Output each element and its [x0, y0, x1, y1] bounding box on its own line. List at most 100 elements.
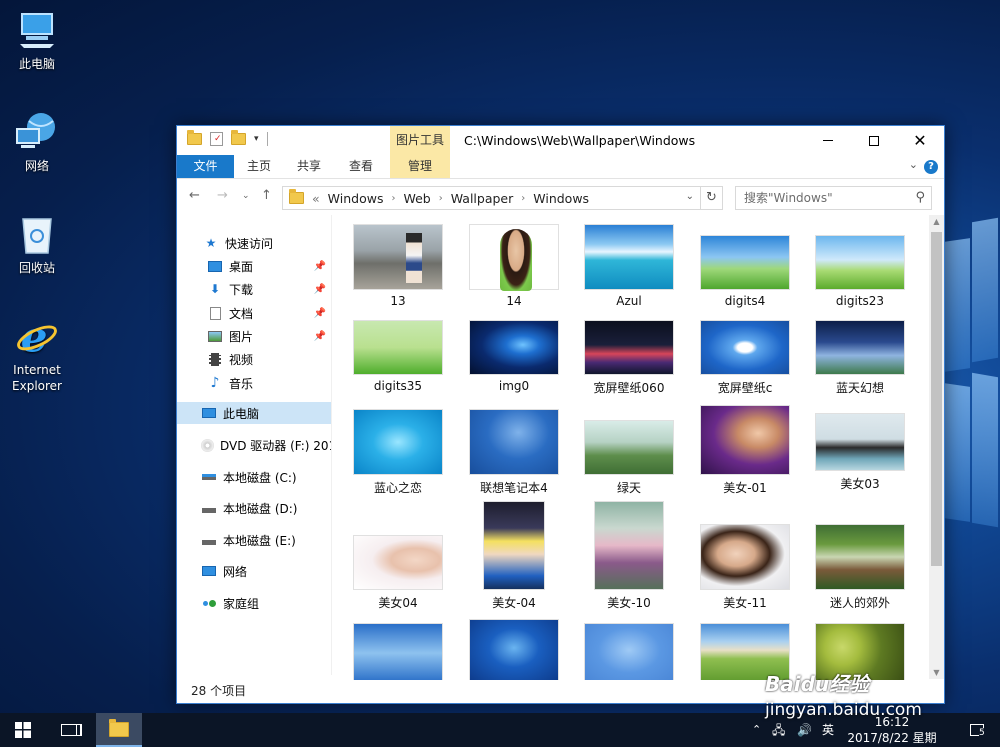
- desktop-icon-this-pc[interactable]: 此电脑: [4, 8, 70, 72]
- file-item[interactable]: 美女04: [343, 499, 453, 611]
- vertical-scrollbar[interactable]: ▲ ▼: [929, 215, 944, 679]
- file-item[interactable]: 绿天: [574, 409, 684, 496]
- nav-dvd-drive[interactable]: DVD 驱动器 (F:) 201: [177, 434, 331, 456]
- help-icon[interactable]: ?: [924, 160, 938, 174]
- refresh-icon[interactable]: ↻: [700, 187, 722, 209]
- pin-icon[interactable]: 📌: [314, 261, 326, 272]
- nav-network[interactable]: 网络: [177, 560, 331, 582]
- breadcrumb-windows[interactable]: Windows: [328, 191, 384, 206]
- file-item[interactable]: 美女-11: [690, 499, 800, 611]
- nav-documents[interactable]: 文档 📌: [177, 302, 331, 324]
- breadcrumb-overflow[interactable]: «: [312, 191, 320, 206]
- scroll-up-icon[interactable]: ▲: [929, 217, 944, 226]
- pin-icon[interactable]: 📌: [314, 308, 326, 319]
- file-name: 美女04: [378, 596, 418, 610]
- file-item[interactable]: 14: [459, 224, 569, 308]
- file-item[interactable]: 13: [343, 224, 453, 308]
- start-button[interactable]: [0, 713, 46, 747]
- customize-toolbar-icon[interactable]: ▾: [254, 134, 259, 144]
- file-item[interactable]: img0: [459, 320, 569, 393]
- taskbar-file-explorer[interactable]: [96, 713, 142, 747]
- nav-drive-c[interactable]: 本地磁盘 (C:): [177, 466, 331, 488]
- nav-this-pc[interactable]: 此电脑: [177, 402, 331, 424]
- tab-view[interactable]: 查看: [336, 155, 386, 178]
- tab-manage[interactable]: 管理: [390, 155, 450, 178]
- file-item[interactable]: digits23: [805, 224, 915, 308]
- address-dropdown-icon[interactable]: ⌄: [686, 191, 694, 202]
- task-view-icon: [61, 724, 77, 736]
- nav-videos[interactable]: 视频: [177, 348, 331, 370]
- item-count: 28 个项目: [191, 684, 247, 698]
- file-item[interactable]: 蓝天幻想: [805, 320, 915, 396]
- file-item[interactable]: 联想笔记本4: [459, 409, 569, 496]
- search-input[interactable]: 搜索"Windows" ⚲: [735, 186, 932, 210]
- expand-ribbon-icon[interactable]: ⌄: [909, 158, 918, 171]
- nav-downloads[interactable]: ⬇ 下载 📌: [177, 278, 331, 300]
- nav-music[interactable]: ♪ 音乐: [177, 372, 331, 394]
- nav-homegroup[interactable]: 家庭组: [177, 592, 331, 614]
- file-item[interactable]: [459, 619, 569, 680]
- nav-desktop[interactable]: 桌面 📌: [177, 255, 331, 277]
- file-item[interactable]: 宽屏壁纸060: [574, 320, 684, 396]
- file-item[interactable]: 美女03: [805, 409, 915, 492]
- breadcrumb-current[interactable]: Windows: [533, 191, 589, 206]
- task-view-button[interactable]: [46, 713, 92, 747]
- nav-pictures[interactable]: 图片 📌: [177, 325, 331, 347]
- breadcrumb-web[interactable]: Web: [403, 191, 430, 206]
- file-name: 美女03: [840, 477, 880, 491]
- file-item[interactable]: 美女-10: [574, 499, 684, 611]
- tab-file[interactable]: 文件: [177, 155, 234, 178]
- minimize-button[interactable]: [805, 126, 851, 155]
- thumbnail: [815, 235, 905, 290]
- up-icon[interactable]: ↑: [261, 188, 272, 203]
- folder-icon: [187, 130, 202, 145]
- back-icon[interactable]: ←: [189, 188, 200, 203]
- thumbnail: [469, 320, 559, 375]
- file-item[interactable]: digits35: [343, 320, 453, 393]
- new-folder-icon[interactable]: [231, 130, 246, 145]
- desktop-icon-recycle-bin[interactable]: 回收站: [4, 212, 70, 276]
- file-item[interactable]: 美女-01: [690, 405, 800, 496]
- properties-icon[interactable]: ✓: [210, 132, 223, 146]
- file-item[interactable]: 迷人的郊外: [805, 499, 915, 611]
- file-item[interactable]: 美女-04: [459, 499, 569, 611]
- file-item[interactable]: 蓝心之恋: [343, 409, 453, 496]
- file-explorer-window: ✓ ▾ 图片工具 C:\Windows\Web\Wallpaper\Window…: [176, 125, 945, 704]
- breadcrumb-wallpaper[interactable]: Wallpaper: [451, 191, 514, 206]
- desktop-icon-internet-explorer[interactable]: e Internet Explorer: [4, 314, 70, 394]
- nav-label: 本地磁盘 (C:): [223, 470, 297, 485]
- file-explorer-icon: [109, 718, 129, 737]
- action-center-button[interactable]: 5: [954, 713, 1000, 747]
- video-icon: [207, 352, 223, 366]
- close-button[interactable]: ✕: [897, 126, 943, 155]
- watermark-url: jingyan.baidu.com: [765, 700, 922, 720]
- scroll-down-icon[interactable]: ▼: [929, 668, 944, 677]
- title-bar[interactable]: ✓ ▾ 图片工具 C:\Windows\Web\Wallpaper\Window…: [177, 126, 944, 155]
- network-icon: [201, 564, 217, 578]
- wallpaper-beam: [972, 372, 998, 528]
- show-hidden-icons[interactable]: ⌃: [752, 713, 761, 747]
- nav-quick-access[interactable]: ★ 快速访问: [177, 232, 331, 254]
- file-item[interactable]: Azul: [574, 224, 684, 308]
- desktop-icon-network[interactable]: 网络: [4, 110, 70, 174]
- pin-icon[interactable]: 📌: [314, 284, 326, 295]
- ribbon-tabs: 文件 主页 共享 查看 管理 ⌄ ?: [177, 155, 944, 179]
- nav-drive-e[interactable]: 本地磁盘 (E:): [177, 529, 331, 551]
- thumbnail: [700, 405, 790, 475]
- tab-share[interactable]: 共享: [284, 155, 334, 178]
- maximize-button[interactable]: [851, 126, 897, 155]
- recent-locations-icon[interactable]: ⌄: [242, 191, 250, 201]
- address-bar[interactable]: « Windows › Web › Wallpaper › Windows ⌄ …: [282, 186, 723, 210]
- file-item[interactable]: [574, 623, 684, 680]
- file-item[interactable]: [343, 623, 453, 680]
- thumbnail: [469, 619, 559, 680]
- file-item[interactable]: 宽屏壁纸c: [690, 320, 800, 396]
- pictures-icon: [207, 329, 223, 343]
- tab-home[interactable]: 主页: [234, 155, 284, 178]
- forward-icon[interactable]: →: [217, 188, 228, 203]
- pin-icon[interactable]: 📌: [314, 331, 326, 342]
- nav-drive-d[interactable]: 本地磁盘 (D:): [177, 497, 331, 519]
- scrollbar-thumb[interactable]: [931, 232, 942, 566]
- minimize-icon: [823, 140, 833, 141]
- file-item[interactable]: digits4: [690, 224, 800, 308]
